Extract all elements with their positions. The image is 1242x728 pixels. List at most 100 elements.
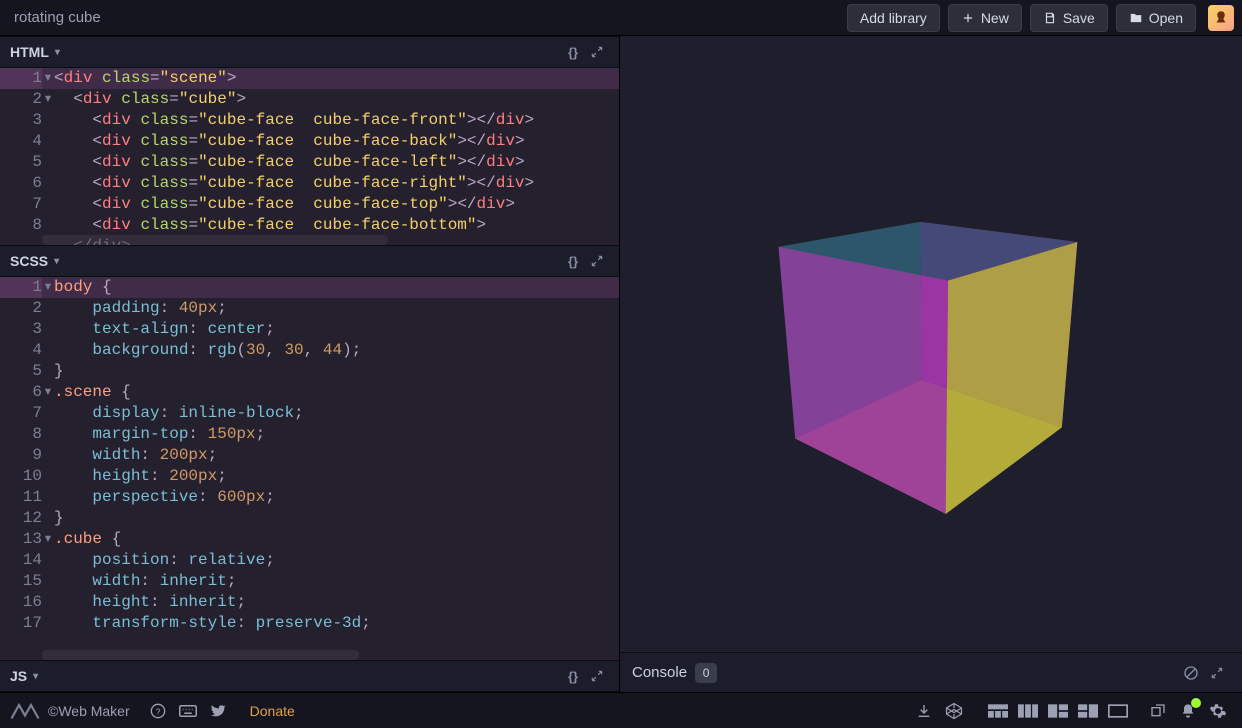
scss-pane-header[interactable]: SCSS ▾ {} bbox=[0, 245, 619, 277]
code-content[interactable]: display: inline-block; bbox=[54, 403, 619, 424]
fold-marker[interactable]: ▾ bbox=[42, 68, 54, 89]
code-line[interactable]: 15 width: inherit; bbox=[0, 571, 619, 592]
html-editor[interactable]: 1▾<div class="scene">2▾ <div class="cube… bbox=[0, 68, 619, 245]
code-content[interactable]: width: inherit; bbox=[54, 571, 619, 592]
code-content[interactable]: body { bbox=[54, 277, 619, 298]
codepen-icon[interactable] bbox=[940, 697, 968, 725]
donate-link[interactable]: Donate bbox=[250, 703, 295, 719]
html-pane-header[interactable]: HTML ▾ {} bbox=[0, 36, 619, 68]
fold-marker bbox=[42, 613, 54, 634]
expand-icon[interactable] bbox=[1204, 660, 1230, 686]
code-content[interactable]: .scene { bbox=[54, 382, 619, 403]
code-line[interactable]: 8 margin-top: 150px; bbox=[0, 424, 619, 445]
scrollbar[interactable] bbox=[42, 235, 619, 245]
code-line[interactable]: 17 transform-style: preserve-3d; bbox=[0, 613, 619, 634]
code-content[interactable]: perspective: 600px; bbox=[54, 487, 619, 508]
code-line[interactable]: 2 padding: 40px; bbox=[0, 298, 619, 319]
settings-icon[interactable] bbox=[1204, 697, 1232, 725]
scrollbar[interactable] bbox=[42, 650, 619, 660]
code-line[interactable]: 9 width: 200px; bbox=[0, 445, 619, 466]
expand-icon[interactable] bbox=[585, 40, 609, 64]
code-line[interactable]: 6▾.scene { bbox=[0, 382, 619, 403]
scrollbar-thumb[interactable] bbox=[42, 235, 388, 245]
code-line[interactable]: 2▾ <div class="cube"> bbox=[0, 89, 619, 110]
fold-marker bbox=[42, 110, 54, 131]
download-icon[interactable] bbox=[910, 697, 938, 725]
layout-3-icon[interactable] bbox=[1044, 697, 1072, 725]
code-line[interactable]: 4 <div class="cube-face cube-face-back">… bbox=[0, 131, 619, 152]
code-format-icon[interactable]: {} bbox=[561, 40, 585, 64]
code-content[interactable]: height: inherit; bbox=[54, 592, 619, 613]
open-button[interactable]: Open bbox=[1116, 4, 1196, 32]
code-line[interactable]: 7 display: inline-block; bbox=[0, 403, 619, 424]
fold-marker[interactable]: ▾ bbox=[42, 277, 54, 298]
code-content[interactable]: <div class="cube"> bbox=[54, 89, 619, 110]
line-number: 7 bbox=[0, 194, 42, 215]
preview-cube bbox=[858, 233, 1022, 465]
code-line[interactable]: 3 text-align: center; bbox=[0, 319, 619, 340]
layout-5-icon[interactable] bbox=[1104, 697, 1132, 725]
code-line[interactable]: 8 <div class="cube-face cube-face-bottom… bbox=[0, 215, 619, 236]
code-content[interactable]: width: 200px; bbox=[54, 445, 619, 466]
fold-marker[interactable]: ▾ bbox=[42, 89, 54, 110]
code-line[interactable]: 1▾<div class="scene"> bbox=[0, 68, 619, 89]
code-line[interactable]: 12} bbox=[0, 508, 619, 529]
code-line[interactable]: 14 position: relative; bbox=[0, 550, 619, 571]
code-content[interactable]: padding: 40px; bbox=[54, 298, 619, 319]
layout-4-icon[interactable] bbox=[1074, 697, 1102, 725]
code-content[interactable]: <div class="cube-face cube-face-bottom"> bbox=[54, 215, 619, 236]
profile-avatar[interactable] bbox=[1208, 5, 1234, 31]
code-line[interactable]: 5 <div class="cube-face cube-face-left">… bbox=[0, 152, 619, 173]
keyboard-icon[interactable] bbox=[174, 697, 202, 725]
help-icon[interactable]: ? bbox=[144, 697, 172, 725]
code-content[interactable]: <div class="cube-face cube-face-back"></… bbox=[54, 131, 619, 152]
code-content[interactable]: text-align: center; bbox=[54, 319, 619, 340]
fold-marker[interactable]: ▾ bbox=[42, 529, 54, 550]
code-content[interactable]: <div class="cube-face cube-face-right"><… bbox=[54, 173, 619, 194]
code-line[interactable]: 16 height: inherit; bbox=[0, 592, 619, 613]
layout-2-icon[interactable] bbox=[1014, 697, 1042, 725]
project-title-input[interactable] bbox=[8, 5, 568, 30]
js-pane-header[interactable]: JS ▾ {} bbox=[0, 660, 619, 692]
code-content[interactable]: .cube { bbox=[54, 529, 619, 550]
layout-1-icon[interactable] bbox=[984, 697, 1012, 725]
code-content[interactable]: <div class="cube-face cube-face-left"></… bbox=[54, 152, 619, 173]
scrollbar-thumb[interactable] bbox=[42, 650, 359, 660]
twitter-icon[interactable] bbox=[204, 697, 232, 725]
code-line[interactable]: 4 background: rgb(30, 30, 44); bbox=[0, 340, 619, 361]
code-content[interactable]: height: 200px; bbox=[54, 466, 619, 487]
code-line[interactable]: 1▾body { bbox=[0, 277, 619, 298]
code-line[interactable]: 7 <div class="cube-face cube-face-top"><… bbox=[0, 194, 619, 215]
code-line[interactable]: 10 height: 200px; bbox=[0, 466, 619, 487]
code-format-icon[interactable]: {} bbox=[561, 664, 585, 688]
code-content[interactable]: <div class="scene"> bbox=[54, 68, 619, 89]
code-content[interactable]: } bbox=[54, 508, 619, 529]
console-bar[interactable]: Console 0 bbox=[620, 652, 1242, 692]
code-content[interactable]: <div class="cube-face cube-face-top"></d… bbox=[54, 194, 619, 215]
code-format-icon[interactable]: {} bbox=[561, 249, 585, 273]
code-content[interactable]: transform-style: preserve-3d; bbox=[54, 613, 619, 634]
notifications-icon[interactable] bbox=[1174, 697, 1202, 725]
code-content[interactable]: <div class="cube-face cube-face-front"><… bbox=[54, 110, 619, 131]
code-line[interactable]: 6 <div class="cube-face cube-face-right"… bbox=[0, 173, 619, 194]
code-content[interactable]: margin-top: 150px; bbox=[54, 424, 619, 445]
line-number: 15 bbox=[0, 571, 42, 592]
code-line[interactable]: 5} bbox=[0, 361, 619, 382]
code-line[interactable]: 13▾.cube { bbox=[0, 529, 619, 550]
expand-icon[interactable] bbox=[585, 664, 609, 688]
save-button[interactable]: Save bbox=[1030, 4, 1108, 32]
expand-icon[interactable] bbox=[585, 249, 609, 273]
code-content[interactable]: } bbox=[54, 361, 619, 382]
code-line[interactable]: 11 perspective: 600px; bbox=[0, 487, 619, 508]
code-content[interactable]: background: rgb(30, 30, 44); bbox=[54, 340, 619, 361]
add-library-button[interactable]: Add library bbox=[847, 4, 940, 32]
no-entry-icon[interactable] bbox=[1178, 660, 1204, 686]
scss-editor[interactable]: 1▾body {2 padding: 40px;3 text-align: ce… bbox=[0, 277, 619, 660]
code-line[interactable]: 3 <div class="cube-face cube-face-front"… bbox=[0, 110, 619, 131]
code-content[interactable]: position: relative; bbox=[54, 550, 619, 571]
detach-preview-icon[interactable] bbox=[1144, 697, 1172, 725]
new-button[interactable]: New bbox=[948, 4, 1022, 32]
avatar-icon bbox=[1212, 9, 1230, 27]
line-number: 9 bbox=[0, 445, 42, 466]
fold-marker[interactable]: ▾ bbox=[42, 382, 54, 403]
